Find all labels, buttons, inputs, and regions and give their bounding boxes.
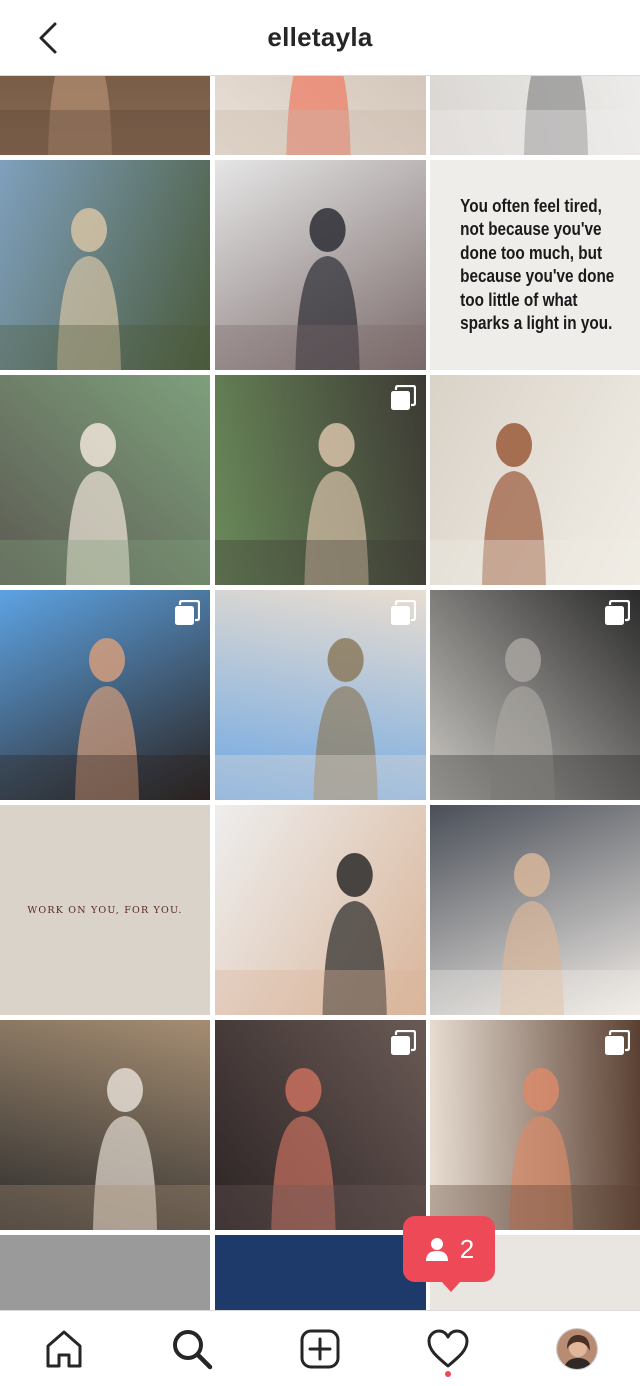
bottom-tab-bar: [0, 1310, 640, 1386]
tab-home[interactable]: [40, 1325, 88, 1373]
post-thumbnail[interactable]: [214, 590, 426, 800]
back-button[interactable]: [28, 20, 68, 56]
follower-notification-bubble[interactable]: 2: [403, 1216, 495, 1292]
photo-image: [0, 208, 210, 370]
tab-search[interactable]: [168, 1325, 216, 1373]
photo-image: [0, 423, 210, 585]
post-thumbnail[interactable]: [430, 805, 640, 1015]
profile-avatar: [556, 1328, 598, 1370]
post-thumbnail[interactable]: You often feel tired, not because you've…: [430, 160, 640, 370]
notification-count: 2: [459, 1233, 475, 1264]
post-thumbnail[interactable]: [214, 375, 426, 585]
multiple-photos-icon: [390, 600, 416, 625]
multiple-photos-icon: [390, 385, 416, 410]
post-thumbnail[interactable]: [214, 1020, 426, 1230]
post-thumbnail[interactable]: [0, 590, 210, 800]
post-thumbnail[interactable]: [430, 1020, 640, 1230]
post-thumbnail[interactable]: [430, 590, 640, 800]
multiple-photos-icon: [605, 1030, 630, 1055]
chevron-left-icon: [39, 22, 57, 54]
photo-image: [430, 423, 640, 585]
tab-profile[interactable]: [553, 1325, 601, 1373]
post-thumbnail[interactable]: [214, 805, 426, 1015]
post-thumbnail[interactable]: [0, 1020, 210, 1230]
post-thumbnail[interactable]: [0, 1235, 210, 1310]
photo-image: [0, 1068, 210, 1230]
app-header: elletayla: [0, 0, 640, 76]
profile-username-title: elletayla: [267, 22, 373, 52]
photo-image: [214, 853, 426, 1015]
user-icon: [425, 1238, 448, 1261]
quote-text: You often feel tired, not because you've…: [460, 195, 615, 334]
activity-indicator-dot: [445, 1371, 451, 1377]
quote-image: WORK ON YOU, FOR YOU.: [0, 805, 210, 1015]
post-thumbnail[interactable]: WORK ON YOU, FOR YOU.: [0, 805, 210, 1015]
post-thumbnail[interactable]: [0, 160, 210, 370]
photo-image: [214, 208, 426, 370]
multiple-photos-icon: [605, 600, 630, 625]
heart-icon: [427, 1329, 469, 1368]
multiple-photos-icon: [390, 1030, 416, 1055]
quote-text: WORK ON YOU, FOR YOU.: [27, 904, 183, 916]
tab-new-post[interactable]: [296, 1325, 344, 1373]
search-icon: [173, 1330, 213, 1370]
tab-activity[interactable]: [424, 1325, 472, 1373]
post-thumbnail[interactable]: [0, 375, 210, 585]
home-icon: [46, 1330, 82, 1368]
post-thumbnail[interactable]: [214, 1235, 426, 1310]
multiple-photos-icon: [175, 600, 200, 625]
post-thumbnail[interactable]: [214, 160, 426, 370]
photo-image: [430, 853, 640, 1015]
quote-image: You often feel tired, not because you've…: [430, 160, 640, 370]
posts-grid: You often feel tired, not because you've…: [0, 0, 640, 1310]
add-post-icon: [300, 1329, 340, 1369]
post-thumbnail[interactable]: [430, 375, 640, 585]
